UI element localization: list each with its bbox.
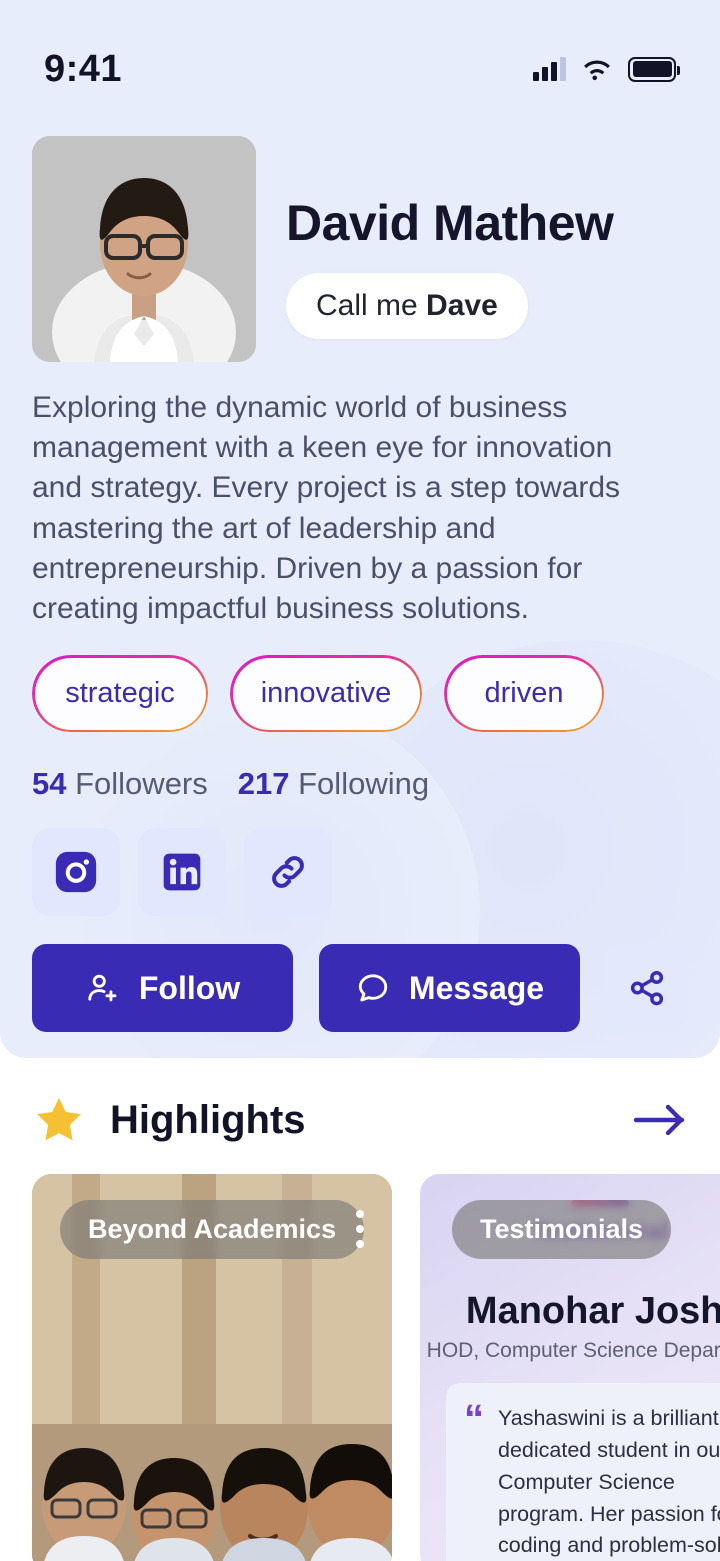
highlight-card-label: Testimonials xyxy=(452,1200,672,1260)
status-bar-icons xyxy=(533,56,680,82)
share-button[interactable] xyxy=(606,944,688,1033)
status-bar: 9:41 xyxy=(0,0,720,112)
highlight-card-beyond-academics[interactable]: Beyond Academics xyxy=(32,1174,392,1561)
profile-card: 9:41 David Mathew Call me Dave Exploring… xyxy=(0,0,720,1059)
testimonial-quote-text: Yashaswini is a brilliant and dedicated … xyxy=(498,1406,720,1558)
followers-stat[interactable]: 54 Followers xyxy=(32,766,208,802)
cellular-signal-icon xyxy=(533,57,566,81)
battery-icon xyxy=(628,56,680,82)
highlights-title: Highlights xyxy=(110,1097,306,1142)
tag-driven[interactable]: driven xyxy=(444,655,604,733)
message-label: Message xyxy=(408,969,545,1006)
instagram-icon xyxy=(55,852,97,893)
chat-bubble-icon xyxy=(358,974,388,1002)
tag-innovative[interactable]: innovative xyxy=(230,655,422,733)
tag-label: strategic xyxy=(65,677,175,710)
profile-header: David Mathew Call me Dave xyxy=(0,112,720,362)
wifi-icon xyxy=(584,60,610,81)
nickname-value: Dave xyxy=(426,288,498,322)
nickname-prefix: Call me xyxy=(316,288,427,322)
tag-label: driven xyxy=(484,677,564,710)
followers-count: 54 xyxy=(32,766,67,802)
profile-bio: Exploring the dynamic world of business … xyxy=(32,391,621,625)
quote-mark-icon: “ xyxy=(464,1397,484,1442)
social-link-instagram[interactable] xyxy=(32,828,120,917)
link-icon xyxy=(272,856,304,889)
highlight-card-label: Beyond Academics xyxy=(60,1200,365,1260)
follow-button[interactable]: Follow xyxy=(32,944,293,1033)
status-bar-clock: 9:41 xyxy=(44,47,123,90)
testimonial-quote-box: “ Yashaswini is a brilliant and dedicate… xyxy=(446,1383,720,1561)
tag-strategic[interactable]: strategic xyxy=(32,655,208,733)
avatar[interactable] xyxy=(32,136,256,362)
social-link-linkedin[interactable] xyxy=(138,828,226,917)
star-icon xyxy=(37,1098,81,1141)
phone-screen: 9:41 David Mathew Call me Dave Exploring… xyxy=(0,0,720,1561)
highlight-card-testimonials[interactable]: Testimonial Manohar Joshi HOD, Computer … xyxy=(420,1174,720,1561)
testimonial-person-role: HOD, Computer Science Department xyxy=(426,1339,720,1363)
profile-actions: Follow Message xyxy=(0,916,720,1033)
person-add-icon xyxy=(88,974,117,1002)
social-link-website[interactable] xyxy=(244,828,332,917)
profile-name-block: David Mathew Call me Dave xyxy=(286,136,688,362)
highlights-header: Highlights xyxy=(0,1058,720,1146)
following-stat[interactable]: 217 Following xyxy=(238,766,429,802)
highlights-carousel[interactable]: Beyond Academics Testimonial Manohar Jos… xyxy=(0,1146,720,1561)
message-button[interactable]: Message xyxy=(319,944,580,1033)
nickname-badge: Call me Dave xyxy=(286,272,528,339)
followers-label: Followers xyxy=(75,766,208,802)
follow-label: Follow xyxy=(138,969,241,1006)
following-label: Following xyxy=(298,766,430,802)
kebab-menu-icon[interactable] xyxy=(356,1210,364,1249)
page-title: David Mathew xyxy=(286,194,614,251)
testimonial-person-name: Manohar Joshi xyxy=(465,1290,720,1333)
following-count: 217 xyxy=(237,766,290,802)
share-icon xyxy=(630,971,664,1006)
linkedin-icon xyxy=(163,853,201,891)
profile-tags: strategic innovative driven xyxy=(0,629,720,733)
arrow-right-icon[interactable] xyxy=(632,1100,688,1140)
social-links xyxy=(0,802,720,917)
profile-stats: 54 Followers 217 Following xyxy=(0,732,720,802)
tag-label: innovative xyxy=(260,677,392,710)
